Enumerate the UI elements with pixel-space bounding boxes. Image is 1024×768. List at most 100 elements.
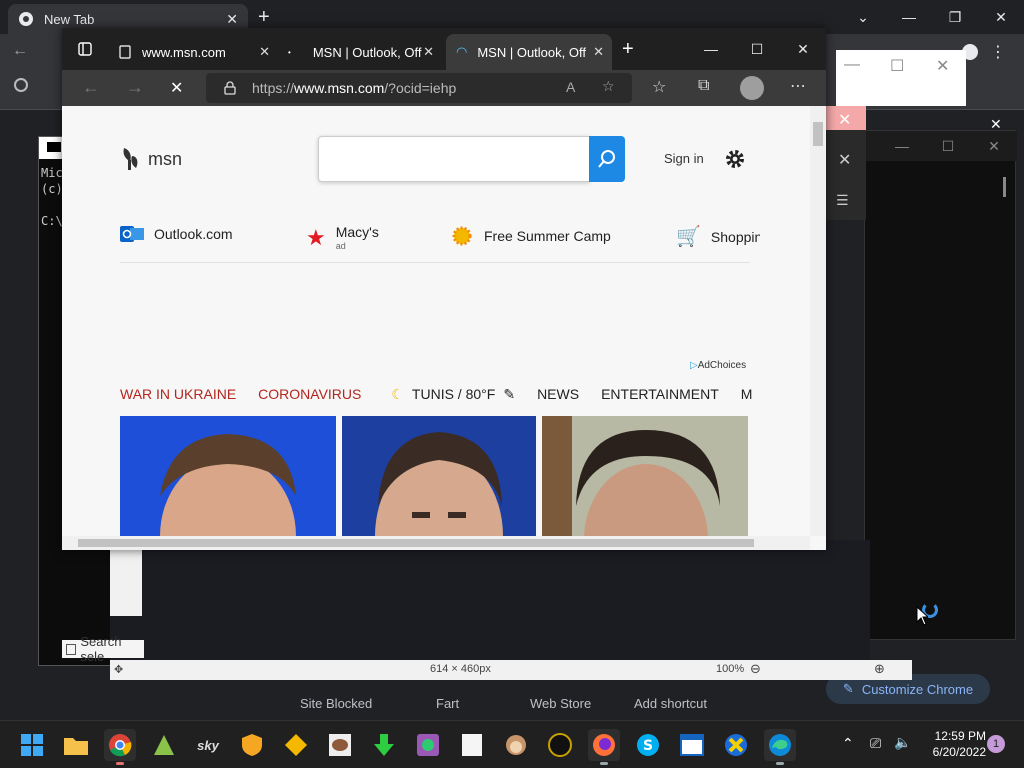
app-green-icon[interactable]: [148, 729, 180, 761]
close-icon[interactable]: ✕: [259, 44, 270, 60]
edit-pencil-icon[interactable]: ✎: [503, 386, 515, 403]
checkbox-icon[interactable]: [66, 643, 77, 655]
edge-tab-2[interactable]: • MSN | Outlook, Off ✕: [278, 34, 442, 70]
scrollbar-thumb[interactable]: [1003, 177, 1006, 197]
news-image-1[interactable]: [120, 416, 336, 536]
taskbar-clock[interactable]: 12:59 PM 6/20/2022: [900, 728, 986, 760]
skype-icon[interactable]: S: [632, 729, 664, 761]
nav-coronavirus[interactable]: CORONAVIRUS: [258, 386, 361, 402]
edge-window: www.msn.com ✕ • MSN | Outlook, Off ✕ ◠ M…: [62, 28, 826, 550]
read-aloud-icon[interactable]: A: [566, 79, 575, 95]
search-input[interactable]: [318, 136, 590, 182]
coffee-bean-icon[interactable]: [324, 729, 356, 761]
close-window-button[interactable]: ✕: [978, 0, 1024, 34]
zoom-out-icon[interactable]: ⊖: [750, 661, 761, 677]
edge-tab-1[interactable]: www.msn.com ✕: [108, 34, 278, 70]
tab-search-icon[interactable]: ⌄: [840, 0, 886, 34]
vertical-scrollbar[interactable]: [810, 106, 826, 536]
monkey-app-icon[interactable]: [500, 729, 532, 761]
new-tab-button[interactable]: +: [622, 38, 634, 61]
file-explorer-icon[interactable]: [60, 729, 92, 761]
quick-link-outlook[interactable]: Outlook.com: [120, 224, 233, 244]
dark-circle-app-icon[interactable]: [544, 729, 576, 761]
msn-logo-text: msn: [148, 148, 183, 169]
sun-app-icon[interactable]: [280, 729, 312, 761]
quick-link-macys[interactable]: ★ Macy's ad: [306, 224, 379, 252]
download-arrow-icon[interactable]: [368, 729, 400, 761]
sign-in-link[interactable]: Sign in: [664, 151, 704, 166]
address-bar[interactable]: https://www.msn.com/?ocid=iehp A ☆: [206, 73, 632, 103]
minimize-button[interactable]: —: [844, 56, 860, 74]
quick-link-shopping[interactable]: 🛒 Shoppin: [676, 224, 760, 249]
x-app-icon[interactable]: [720, 729, 752, 761]
back-arrow-icon[interactable]: ←: [82, 77, 100, 98]
nav-weather[interactable]: ☾ TUNIS / 80°F ✎: [391, 386, 515, 403]
close-window-button[interactable]: ✕: [780, 32, 826, 66]
network-icon[interactable]: ⎚: [870, 735, 881, 752]
minimize-button[interactable]: —: [688, 32, 734, 66]
red-close-button[interactable]: ✕: [826, 106, 866, 130]
start-windows-icon[interactable]: [16, 729, 48, 761]
mouse-cursor-icon: [916, 606, 928, 626]
menu-kebab-icon[interactable]: ⋮: [990, 42, 1006, 62]
tab-actions-icon[interactable]: [78, 42, 92, 56]
minimize-button[interactable]: —: [886, 0, 932, 34]
nav-entertainment[interactable]: ENTERTAINMENT: [601, 386, 719, 402]
shortcut-site-blocked[interactable]: Site Blocked: [300, 696, 372, 711]
chevron-up-icon[interactable]: ⌃: [842, 735, 854, 752]
gear-icon[interactable]: [724, 148, 746, 170]
scrollbar-thumb[interactable]: [813, 122, 823, 146]
restore-button[interactable]: ☐: [925, 131, 971, 161]
chrome-taskbar-icon[interactable]: [104, 729, 136, 765]
close-icon[interactable]: ✕: [423, 44, 434, 60]
window-app-icon[interactable]: [676, 729, 708, 761]
restore-button[interactable]: ☐: [734, 32, 780, 66]
customize-label: Customize Chrome: [861, 681, 974, 697]
macys-star-icon: ★: [306, 225, 326, 250]
shortcut-add[interactable]: Add shortcut: [634, 696, 707, 711]
colorful-app-icon[interactable]: [412, 729, 444, 761]
new-tab-button[interactable]: +: [258, 6, 270, 29]
horizontal-scrollbar[interactable]: [62, 536, 810, 550]
scrollbar-thumb[interactable]: [78, 539, 754, 547]
search-selection-option[interactable]: Search sele: [62, 634, 144, 664]
nav-war-in-ukraine[interactable]: WAR IN UKRAINE: [120, 386, 236, 402]
close-icon[interactable]: ✕: [593, 44, 604, 60]
sky-app-icon[interactable]: sky: [192, 729, 224, 761]
nav-news[interactable]: NEWS: [537, 386, 579, 402]
stop-loading-icon[interactable]: ✕: [170, 78, 183, 98]
hamburger-menu-icon[interactable]: ☰: [836, 192, 849, 209]
close-window-button[interactable]: ✕: [936, 56, 949, 76]
document-app-icon[interactable]: [456, 729, 488, 761]
profile-icon[interactable]: [740, 76, 764, 100]
quick-link-summer-camp[interactable]: Free Summer Camp: [450, 224, 611, 248]
edge-taskbar-icon[interactable]: [764, 729, 796, 765]
back-arrow-icon[interactable]: ←: [12, 42, 28, 60]
news-image-3[interactable]: [542, 416, 748, 536]
firefox-icon[interactable]: [588, 729, 620, 765]
minimize-button[interactable]: —: [879, 131, 925, 161]
close-icon[interactable]: ✕: [990, 116, 1002, 133]
zoom-in-icon[interactable]: ⊕: [874, 661, 885, 677]
shortcut-fart[interactable]: Fart: [436, 696, 459, 711]
restore-button[interactable]: ☐: [890, 56, 904, 76]
butterfly-icon: [120, 146, 142, 172]
ad-choices-link[interactable]: ▷AdChoices: [690, 360, 746, 371]
more-menu-icon[interactable]: ⋯: [790, 76, 806, 96]
add-favorite-icon[interactable]: ☆: [602, 78, 615, 95]
restore-button[interactable]: ❐: [932, 0, 978, 34]
nav-more-truncated[interactable]: M: [741, 386, 753, 402]
edge-tab-3-active[interactable]: ◠ MSN | Outlook, Off ✕: [446, 34, 612, 70]
shortcut-web-store[interactable]: Web Store: [530, 696, 591, 711]
forward-arrow-icon[interactable]: →: [126, 77, 144, 98]
notification-badge[interactable]: 1: [987, 735, 1005, 753]
msn-logo[interactable]: msn: [120, 146, 182, 172]
search-button[interactable]: [589, 136, 625, 182]
collections-icon[interactable]: ⧉: [698, 77, 709, 95]
close-icon[interactable]: ✕: [226, 11, 238, 28]
news-image-2[interactable]: [342, 416, 536, 536]
shield-icon[interactable]: [236, 729, 268, 761]
close-window-button[interactable]: ✕: [971, 131, 1017, 161]
favorites-icon[interactable]: ☆: [652, 77, 666, 97]
close-icon[interactable]: ✕: [838, 150, 851, 170]
